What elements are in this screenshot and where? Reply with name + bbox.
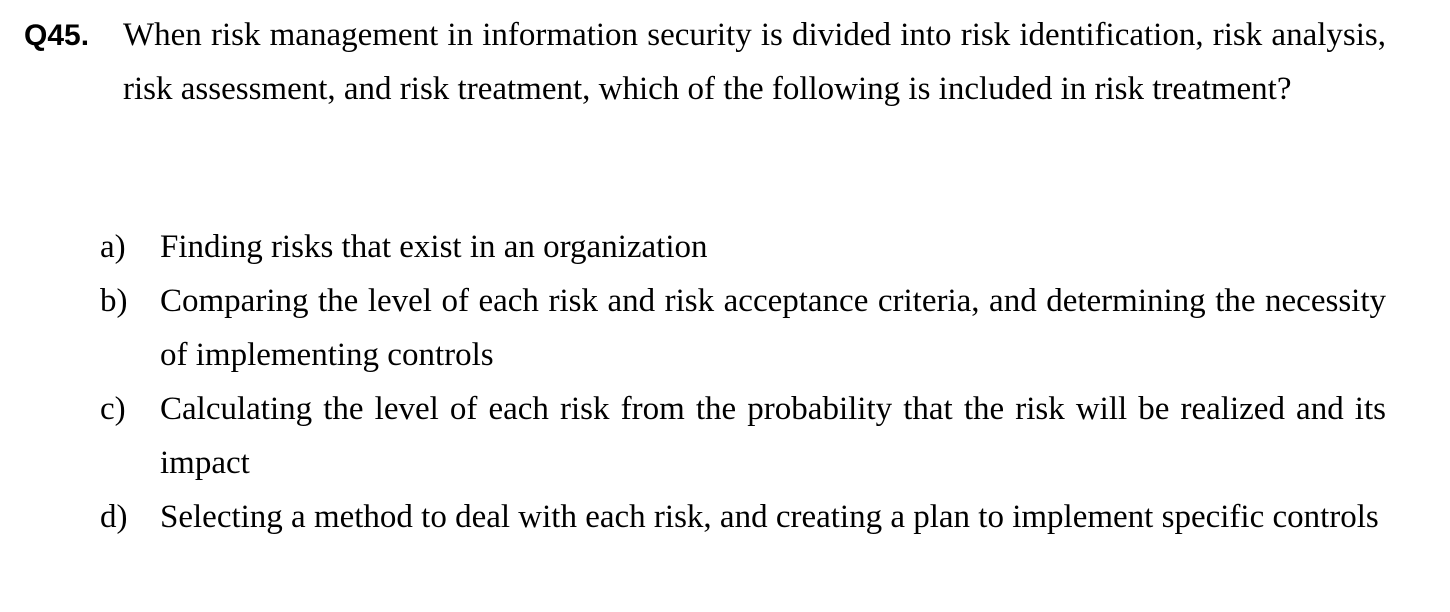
choice-letter: d) <box>100 499 128 535</box>
choice-letter: b) <box>100 283 128 319</box>
choice-a: a) Finding risks that exist in an organi… <box>100 220 1386 274</box>
choice-d: d) Selecting a method to deal with each … <box>100 490 1386 544</box>
choice-b: b) Comparing the level of each risk and … <box>100 274 1386 382</box>
question-number: Q45. <box>24 19 90 52</box>
choice-text: Comparing the level of each risk and ris… <box>160 283 1386 373</box>
choice-text: Calculating the level of each risk from … <box>160 391 1386 481</box>
choice-c: c) Calculating the level of each risk fr… <box>100 382 1386 490</box>
choice-letter: c) <box>100 391 126 427</box>
choice-text: Finding risks that exist in an organizat… <box>160 229 708 265</box>
question-text: When risk management in information secu… <box>123 17 1386 107</box>
choice-text: Selecting a method to deal with each ris… <box>160 499 1379 535</box>
answer-choices: a) Finding risks that exist in an organi… <box>100 220 1386 544</box>
question-block: Q45. When risk management in information… <box>24 8 1386 116</box>
choice-letter: a) <box>100 229 126 265</box>
